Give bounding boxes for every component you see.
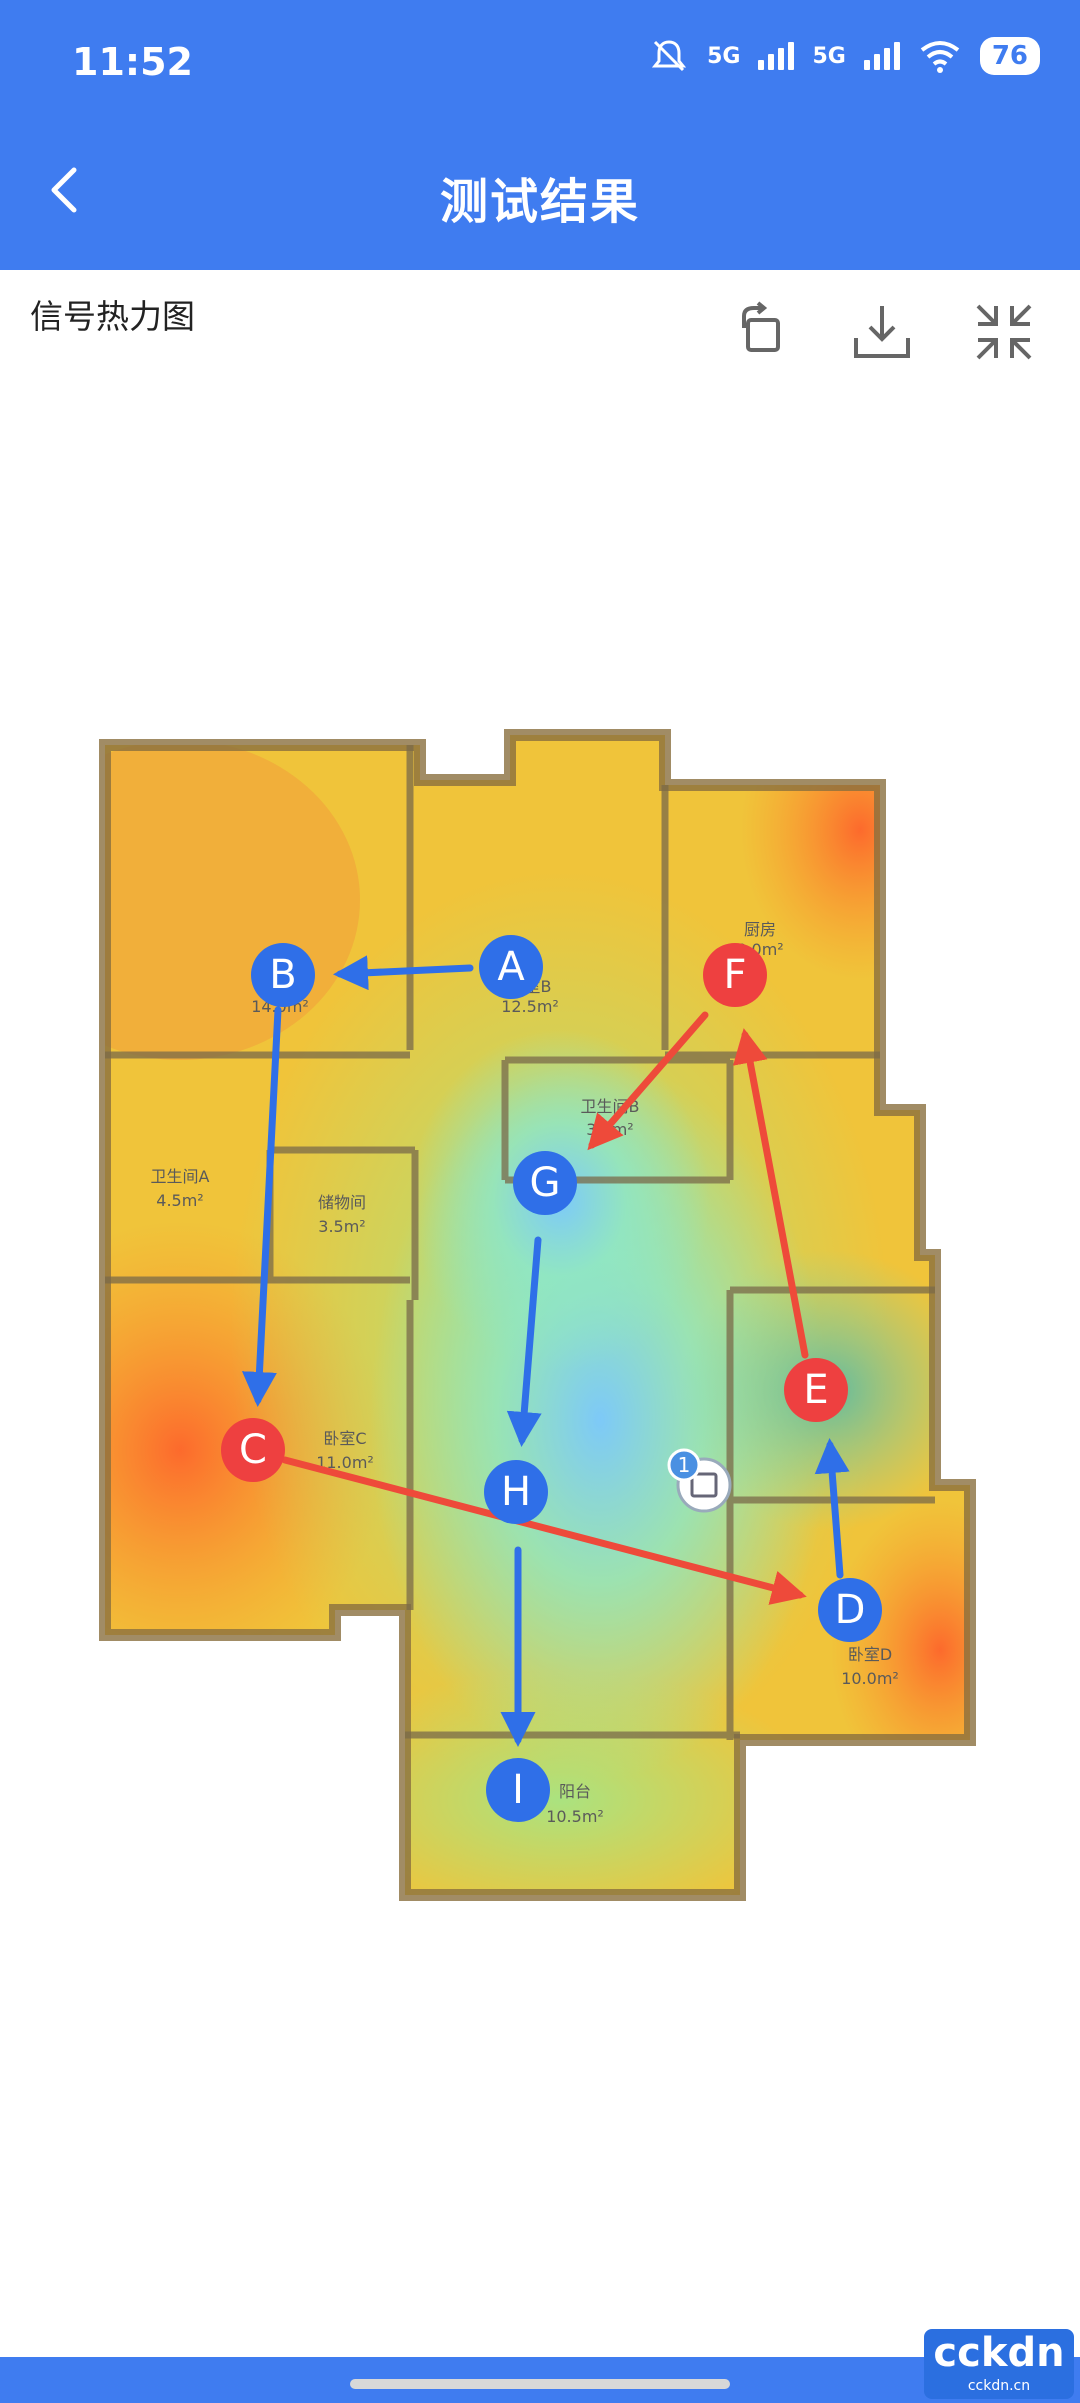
- battery-indicator: 76: [979, 37, 1040, 75]
- mute-icon: [651, 40, 687, 72]
- home-indicator[interactable]: [350, 2379, 730, 2389]
- test-point-g[interactable]: G: [513, 1151, 577, 1215]
- test-point-h[interactable]: H: [484, 1460, 548, 1524]
- test-point-label: B: [269, 952, 296, 998]
- status-icons: 5G 5G 76: [649, 36, 1040, 76]
- status-time: 11:52: [72, 40, 193, 84]
- test-point-d[interactable]: D: [818, 1578, 882, 1642]
- test-point-e[interactable]: E: [784, 1358, 848, 1422]
- router-badge-label: 1: [678, 1453, 691, 1477]
- room-label: 储物间: [318, 1193, 366, 1212]
- watermark-logo: cckdn cckdn.cn: [924, 2329, 1074, 2399]
- room-label: 卫生间A: [151, 1167, 210, 1186]
- room-label: 卧室C: [323, 1429, 366, 1448]
- room-area: 10.0m²: [841, 1669, 899, 1688]
- watermark-url: cckdn.cn: [967, 2378, 1031, 2394]
- room-label: 厨房: [744, 920, 776, 939]
- test-point-f[interactable]: F: [703, 943, 767, 1007]
- test-point-b[interactable]: B: [251, 943, 315, 1007]
- test-point-label: H: [501, 1469, 531, 1515]
- test-point-a[interactable]: A: [479, 935, 543, 999]
- room-label: 卧室D: [848, 1645, 892, 1664]
- signal-heatmap[interactable]: A 14.0m² 卧室B 12.5m² 厨房 8.0m² 卫生间B 3.8m² …: [0, 270, 1080, 2400]
- test-point-label: C: [239, 1427, 267, 1473]
- watermark-text: cckdn: [933, 2330, 1065, 2376]
- signal-bars-icon: [758, 42, 795, 70]
- network-5g-label-2: 5G: [812, 43, 846, 69]
- test-point-label: I: [512, 1767, 524, 1813]
- test-point-c[interactable]: C: [221, 1418, 285, 1482]
- test-point-label: E: [803, 1367, 828, 1413]
- page-title: 测试结果: [439, 174, 640, 230]
- room-area: 4.5m²: [156, 1191, 203, 1210]
- test-point-label: F: [723, 952, 746, 998]
- test-point-label: A: [497, 944, 525, 990]
- room-area: 3.5m²: [318, 1217, 365, 1236]
- wifi-icon: [920, 41, 960, 73]
- test-point-label: G: [530, 1160, 561, 1206]
- app-bar: 11:52 5G 5G 76 测试结果: [0, 0, 1080, 270]
- test-point-label: D: [835, 1587, 866, 1633]
- room-area: 10.5m²: [546, 1807, 604, 1826]
- network-5g-label-1: 5G: [707, 43, 741, 69]
- test-point-i[interactable]: I: [486, 1758, 550, 1822]
- room-label: 阳台: [559, 1782, 591, 1801]
- signal-bars-icon-2: [863, 42, 900, 70]
- room-area: 12.5m²: [501, 997, 559, 1016]
